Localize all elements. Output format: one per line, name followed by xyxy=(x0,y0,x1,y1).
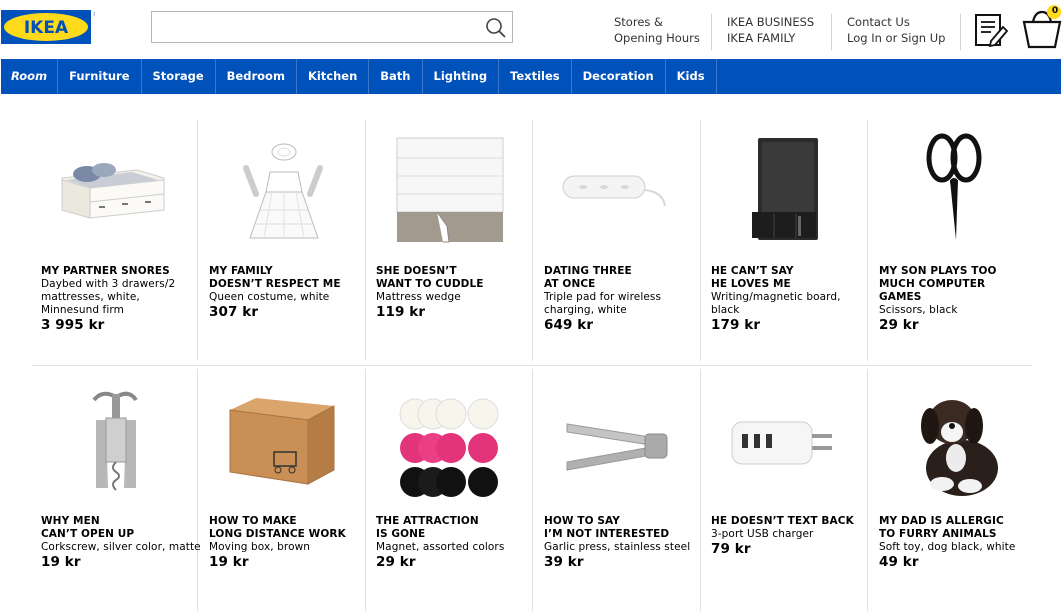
product-title[interactable]: HOW TO SAY I’M NOT INTERESTED xyxy=(544,515,669,540)
product-card[interactable]: MY PARTNER SNORES Daybed with 3 drawers/2… xyxy=(32,120,200,365)
product-card[interactable]: HOW TO SAY I’M NOT INTERESTED Garlic pres… xyxy=(535,370,703,611)
product-description: Garlic press, stainless steel xyxy=(544,541,691,553)
scissors-icon xyxy=(926,133,982,240)
product-card[interactable]: HOW TO MAKE LONG DISTANCE WORK Moving box… xyxy=(200,370,368,611)
nav-storage[interactable]: Storage xyxy=(142,59,216,94)
product-price: 19 kr xyxy=(209,554,249,570)
contact-login-link[interactable]: Contact Us Log In or Sign Up xyxy=(847,14,945,46)
product-title[interactable]: MY FAMILY DOESN’T RESPECT ME xyxy=(209,265,341,290)
product-title[interactable]: HOW TO MAKE LONG DISTANCE WORK xyxy=(209,515,346,540)
product-title[interactable]: WHY MEN CAN’T OPEN UP xyxy=(41,515,134,540)
nav-textiles[interactable]: Textiles xyxy=(499,59,572,94)
stores-hours-link[interactable]: Stores & Opening Hours xyxy=(614,14,700,46)
logo-text: IKEA xyxy=(24,18,69,38)
product-title[interactable]: MY PARTNER SNORES xyxy=(41,265,170,277)
queen-costume-icon xyxy=(243,143,323,239)
product-title[interactable]: SHE DOESN’T WANT TO CUDDLE xyxy=(376,265,484,290)
product-description: Daybed with 3 drawers/2 mattresses, whit… xyxy=(41,278,176,316)
product-card[interactable]: DATING THREE AT ONCE Triple pad for wirel… xyxy=(535,120,703,365)
nav-kids[interactable]: Kids xyxy=(666,59,717,94)
grid-divider xyxy=(32,365,1032,366)
magnets-icon xyxy=(399,398,499,497)
product-price: 29 kr xyxy=(879,317,919,333)
search-icon[interactable] xyxy=(485,17,507,39)
product-card[interactable]: MY FAMILY DOESN’T RESPECT ME Queen costum… xyxy=(200,120,368,365)
garlic-press-icon xyxy=(566,423,668,471)
mattress-wedge-icon xyxy=(396,137,504,243)
nav-bedroom[interactable]: Bedroom xyxy=(216,59,297,94)
product-description: Magnet, assorted colors xyxy=(376,541,505,553)
product-price: 19 kr xyxy=(41,554,81,570)
product-description: Triple pad for wireless charging, white xyxy=(544,291,662,316)
product-card[interactable]: HE CAN’T SAY HE LOVES ME Writing/magnetic… xyxy=(702,120,870,365)
product-description: Moving box, brown xyxy=(209,541,311,553)
product-price: 3 995 kr xyxy=(41,317,105,333)
product-card[interactable]: WHY MEN CAN’T OPEN UP Corkscrew, silver c… xyxy=(32,370,201,611)
moving-box-icon xyxy=(229,398,335,485)
product-title[interactable]: HE DOESN’T TEXT BACK xyxy=(711,515,854,527)
product-price: 79 kr xyxy=(711,541,751,557)
header-divider xyxy=(960,14,961,50)
daybed-icon xyxy=(61,163,165,219)
cart-count-badge: 0 xyxy=(1051,6,1059,16)
product-description: Corkscrew, silver color, matte xyxy=(41,541,201,553)
product-title[interactable]: DATING THREE AT ONCE xyxy=(544,265,632,290)
product-description: Queen costume, white xyxy=(209,291,330,303)
site-header: IKEA ® Stores & Opening Hours IKEA BUSIN… xyxy=(0,0,1063,58)
product-price: 39 kr xyxy=(544,554,584,570)
nav-lighting[interactable]: Lighting xyxy=(423,59,500,94)
magnetic-board-icon xyxy=(752,138,818,240)
product-description: 3-port USB charger xyxy=(711,528,814,540)
product-card[interactable]: MY SON PLAYS TOO MUCH COMPUTER GAMES Scis… xyxy=(870,120,1038,365)
nav-kitchen[interactable]: Kitchen xyxy=(297,59,370,94)
search-input[interactable] xyxy=(160,12,480,42)
ikea-logo[interactable]: IKEA ® xyxy=(1,10,95,44)
shopping-list-icon[interactable] xyxy=(973,13,1009,49)
product-price: 307 kr xyxy=(209,304,259,320)
usb-charger-icon xyxy=(731,421,832,465)
product-price: 179 kr xyxy=(711,317,761,333)
product-title[interactable]: THE ATTRACTION IS GONE xyxy=(376,515,479,540)
product-card[interactable]: SHE DOESN’T WANT TO CUDDLE Mattress wedge… xyxy=(367,120,535,365)
svg-text:®: ® xyxy=(93,11,95,18)
product-price: 119 kr xyxy=(376,304,426,320)
product-title[interactable]: MY DAD IS ALLERGIC TO FURRY ANIMALS xyxy=(879,515,1004,540)
product-card[interactable]: HE DOESN’T TEXT BACK 3-port USB charger 79… xyxy=(702,370,870,611)
search-box xyxy=(151,11,513,43)
product-description: Writing/magnetic board, black xyxy=(711,291,841,316)
product-price: 49 kr xyxy=(879,554,919,570)
nav-bath[interactable]: Bath xyxy=(369,59,423,94)
product-price: 29 kr xyxy=(376,554,416,570)
product-card[interactable]: THE ATTRACTION IS GONE Magnet, assorted c… xyxy=(367,370,535,611)
nav-decoration[interactable]: Decoration xyxy=(572,59,666,94)
business-family-link[interactable]: IKEA BUSINESS IKEA FAMILY xyxy=(727,14,814,46)
header-divider xyxy=(711,14,712,50)
corkscrew-icon xyxy=(92,391,138,491)
product-title[interactable]: MY SON PLAYS TOO MUCH COMPUTER GAMES xyxy=(879,265,997,303)
product-price: 649 kr xyxy=(544,317,594,333)
nav-furniture[interactable]: Furniture xyxy=(58,59,142,94)
product-title[interactable]: HE CAN’T SAY HE LOVES ME xyxy=(711,265,794,290)
product-description: Soft toy, dog black, white xyxy=(879,541,1016,553)
category-nav: Room Furniture Storage Bedroom Kitchen B… xyxy=(1,59,1061,94)
nav-room[interactable]: Room xyxy=(1,59,59,94)
product-description: Mattress wedge xyxy=(376,291,461,303)
header-divider xyxy=(831,14,832,50)
product-card[interactable]: MY DAD IS ALLERGIC TO FURRY ANIMALS Soft … xyxy=(870,370,1038,611)
soft-toy-dog-icon xyxy=(921,400,998,496)
charging-pad-icon xyxy=(562,175,666,207)
product-description: Scissors, black xyxy=(879,304,958,316)
